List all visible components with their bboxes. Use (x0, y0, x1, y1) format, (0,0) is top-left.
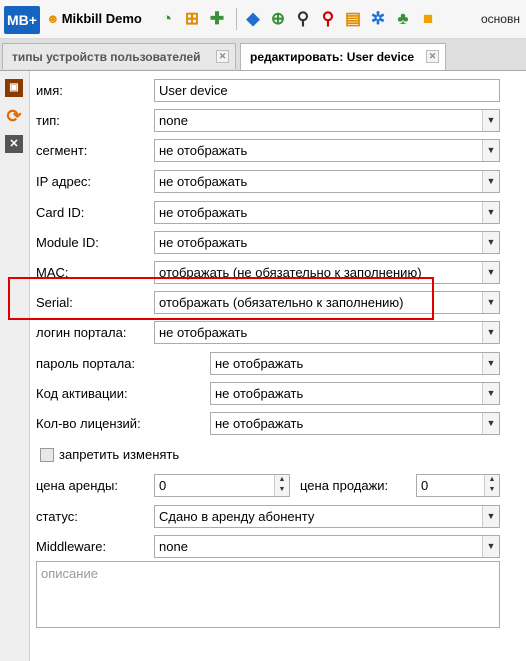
ip-label: IP адрес: (36, 174, 92, 189)
tab-bar: типы устройств пользователей ✕ редактиро… (0, 39, 526, 71)
sale-input[interactable]: 0 ▲ ▼ (416, 474, 500, 497)
moduleid-value: не отображать (159, 235, 248, 250)
calendar-add-icon[interactable]: ⊞ (181, 8, 203, 30)
main-menu-label[interactable]: основн (481, 12, 520, 26)
segment-select[interactable]: не отображать ▼ (154, 139, 500, 162)
edit-form: имя: User device тип: none ▼ сегмент: не … (30, 71, 526, 661)
description-textarea[interactable]: описание (36, 561, 500, 628)
login-value: не отображать (159, 325, 248, 340)
spin-down-icon[interactable]: ▼ (485, 485, 499, 495)
highlight-box (8, 277, 434, 320)
app-logo[interactable]: MB+ (4, 6, 40, 34)
side-actions: ▣ ⟳ ✕ (0, 71, 30, 661)
password-label: пароль портала: (36, 356, 136, 371)
middleware-value: none (159, 539, 188, 554)
licenses-value: не отображать (215, 416, 304, 431)
cardid-label: Card ID: (36, 205, 85, 220)
clipboard-icon[interactable]: ▤ (342, 8, 364, 30)
name-label: имя: (36, 83, 63, 98)
network-icon[interactable]: ♣ (392, 8, 414, 30)
spin-down-icon[interactable]: ▼ (275, 485, 289, 495)
login-select[interactable]: не отображать ▼ (154, 321, 500, 344)
rent-label: цена аренды: (36, 478, 118, 493)
app-name-text: Mikbill Demo (61, 11, 142, 26)
chevron-down-icon: ▼ (482, 202, 499, 223)
tab-edit-device[interactable]: редактировать: User device ✕ (240, 43, 446, 70)
chevron-down-icon: ▼ (482, 262, 499, 283)
status-label: статус: (36, 509, 78, 524)
close-form-icon[interactable]: ✕ (5, 135, 23, 153)
note-icon[interactable]: ■ (417, 8, 439, 30)
chevron-down-icon: ▼ (482, 506, 499, 527)
chevron-down-icon: ▼ (482, 322, 499, 343)
segment-value: не отображать (159, 143, 248, 158)
chevron-down-icon: ▼ (482, 383, 499, 404)
sale-label: цена продажи: (300, 478, 389, 493)
activation-label: Код активации: (36, 386, 128, 401)
close-icon[interactable]: ✕ (216, 50, 229, 63)
chevron-down-icon: ▼ (482, 353, 499, 374)
rent-value: 0 (159, 478, 167, 493)
rent-stepper[interactable]: ▲ ▼ (274, 475, 289, 496)
search-icon[interactable]: ⚲ (292, 8, 314, 30)
toolbar-separator (236, 8, 237, 30)
chevron-down-icon: ▼ (482, 140, 499, 161)
sale-stepper[interactable]: ▲ ▼ (484, 475, 499, 496)
tab-label: редактировать: User device (250, 50, 415, 64)
spin-up-icon[interactable]: ▲ (275, 475, 289, 485)
cardid-select[interactable]: не отображать ▼ (154, 201, 500, 224)
add-user-icon[interactable]: ✚ (206, 8, 228, 30)
licenses-label: Кол-во лицензий: (36, 416, 141, 431)
middleware-label: Middleware: (36, 539, 107, 554)
type-label: тип: (36, 113, 60, 128)
refresh-icon[interactable]: ⟳ (5, 107, 23, 125)
status-select[interactable]: Сдано в аренду абоненту ▼ (154, 505, 500, 528)
tab-label: типы устройств пользователей (12, 50, 201, 64)
moduleid-select[interactable]: не отображать ▼ (154, 231, 500, 254)
chevron-down-icon: ▼ (482, 110, 499, 131)
login-label: логин портала: (36, 325, 127, 340)
dashboard-icon[interactable]: ◔ (156, 8, 178, 30)
segment-label: сегмент: (36, 143, 88, 158)
spin-up-icon[interactable]: ▲ (485, 475, 499, 485)
type-value: none (159, 113, 188, 128)
cat-icon: ☻ (46, 11, 60, 26)
moduleid-label: Module ID: (36, 235, 99, 250)
gears-icon[interactable]: ✲ (367, 8, 389, 30)
search-red-icon[interactable]: ⚲ (317, 8, 339, 30)
top-toolbar: MB+ ☻ Mikbill Demo ◔ ⊞ ✚ ◆ ⊕ ⚲ ⚲ ▤ ✲ ♣ ■ основн (0, 0, 526, 39)
save-icon[interactable]: ▣ (5, 79, 23, 97)
sale-value: 0 (421, 478, 429, 493)
middleware-select[interactable]: none ▼ (154, 535, 500, 558)
rent-input[interactable]: 0 ▲ ▼ (154, 474, 290, 497)
licenses-select[interactable]: не отображать ▼ (210, 412, 500, 435)
password-select[interactable]: не отображать ▼ (210, 352, 500, 375)
chevron-down-icon: ▼ (482, 413, 499, 434)
chevron-down-icon: ▼ (482, 232, 499, 253)
cardid-value: не отображать (159, 205, 248, 220)
toolbar-icons: ◔ ⊞ ✚ ◆ ⊕ ⚲ ⚲ ▤ ✲ ♣ ■ (156, 8, 442, 30)
type-select[interactable]: none ▼ (154, 109, 500, 132)
activation-select[interactable]: не отображать ▼ (210, 382, 500, 405)
name-input[interactable]: User device (154, 79, 500, 102)
chevron-down-icon: ▼ (482, 171, 499, 192)
activation-value: не отображать (215, 386, 304, 401)
lock-checkbox[interactable] (40, 448, 54, 462)
tab-device-types[interactable]: типы устройств пользователей ✕ (2, 43, 236, 69)
tags-icon[interactable]: ◆ (242, 8, 264, 30)
close-icon[interactable]: ✕ (426, 50, 439, 63)
ip-value: не отображать (159, 174, 248, 189)
lock-label: запретить изменять (59, 447, 180, 462)
chevron-down-icon: ▼ (482, 292, 499, 313)
chevron-down-icon: ▼ (482, 536, 499, 557)
app-name[interactable]: ☻ Mikbill Demo (46, 11, 142, 26)
ip-select[interactable]: не отображать ▼ (154, 170, 500, 193)
status-value: Сдано в аренду абоненту (159, 509, 315, 524)
globe-icon[interactable]: ⊕ (267, 8, 289, 30)
password-value: не отображать (215, 356, 304, 371)
